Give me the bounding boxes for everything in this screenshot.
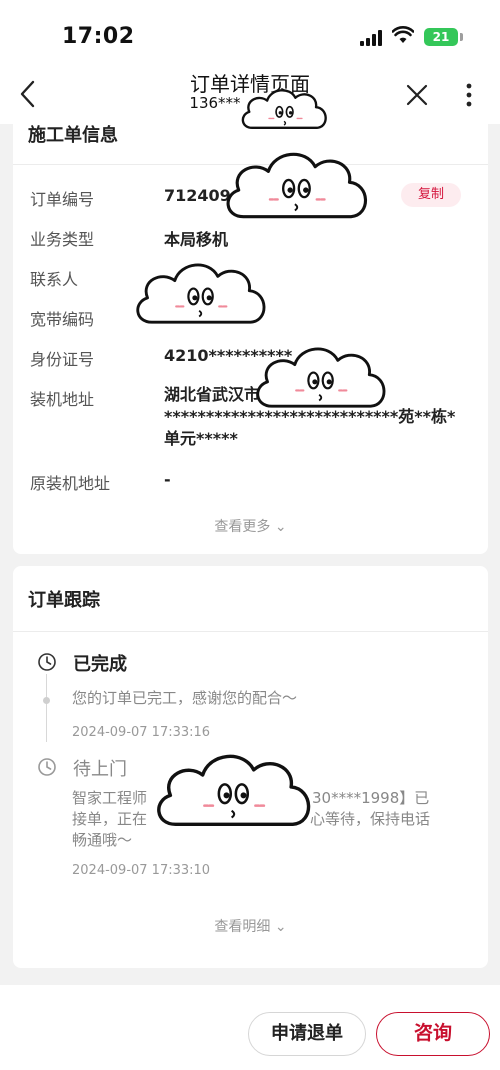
timeline-time-pending-visit: 2024-09-07 17:33:10 [72,863,211,878]
consult-button[interactable]: 咨询 [376,1012,490,1056]
cloud-sticker [136,263,266,324]
timeline-time-completed: 2024-09-07 17:33:16 [72,725,211,740]
label-order-number: 订单编号 [30,190,95,209]
cloud-sticker [157,754,311,826]
value-business-type: 本局移机 [164,230,229,249]
label-id-number: 身份证号 [30,350,95,369]
address-line-3: 单元***** [164,429,238,448]
cloud-sticker [241,89,327,130]
timeline-status-completed: 已完成 [73,654,127,675]
label-business-type: 业务类型 [30,230,95,249]
battery-cap [460,33,463,41]
clock-icon [38,758,56,776]
copy-button[interactable]: 复制 [401,183,461,207]
label-contact: 联系人 [30,270,79,289]
apply-refund-button[interactable]: 申请退单 [248,1012,366,1056]
close-icon[interactable] [404,82,430,108]
divider [13,631,488,632]
desc-line-2-right: 心等待，保持电话 [310,810,431,828]
value-original-address: - [164,470,171,489]
label-original-address: 原装机地址 [30,474,111,493]
view-detail-link[interactable]: 查看明细 ⌄ [13,916,488,936]
section-title-tracking: 订单跟踪 [28,590,100,611]
cellular-signal-icon [360,30,384,46]
desc-line-1-left: 智家工程师 [72,789,148,807]
status-time: 17:02 [62,24,135,49]
desc-line-1-right: 30****1998】已 [312,789,430,807]
more-vertical-icon[interactable] [462,82,476,108]
order-detail-page: 17:02 21 订单详情页面 136*** 施工单信息 订单编号 712409… [0,0,500,1070]
battery-icon: 21 [424,28,458,46]
cloud-sticker [256,347,386,408]
status-bar: 17:02 21 [0,0,500,62]
timeline-status-pending-visit: 待上门 [73,759,127,780]
timeline-line [46,674,47,742]
timeline-dot [43,697,50,704]
clock-icon [38,653,56,671]
cloud-sticker [226,152,367,219]
label-install-address: 装机地址 [30,390,95,409]
desc-line-2-left: 接单，正在 [72,810,148,828]
label-broadband-code: 宽带编码 [30,310,95,329]
view-more-link[interactable]: 查看更多 ⌄ [13,516,488,536]
timeline-desc-completed: 您的订单已完工，感谢您的配合～ [72,689,298,707]
section-title-construction: 施工单信息 [28,125,118,146]
wifi-icon [392,26,414,43]
bottom-action-bar: 申请退单 咨询 [0,985,500,1070]
